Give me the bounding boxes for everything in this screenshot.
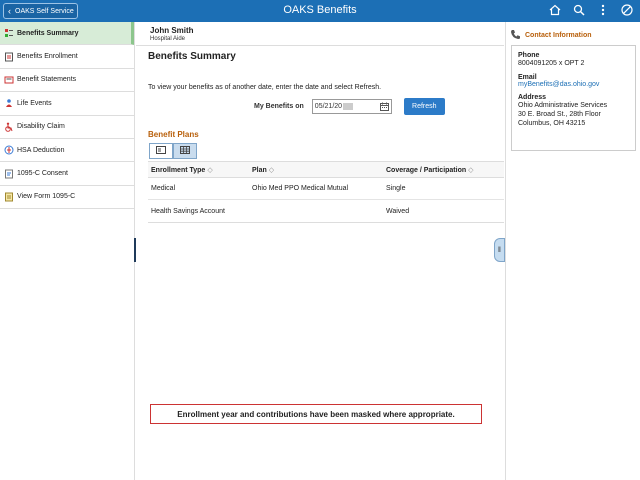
address-value: Ohio Administrative Services 30 E. Broad… <box>518 101 629 128</box>
date-value: 05/21/20 <box>314 103 343 110</box>
masking-notice: Enrollment year and contributions have b… <box>150 404 482 424</box>
home-icon[interactable] <box>548 3 562 17</box>
table-row[interactable]: Health Savings Account Waived <box>148 200 504 222</box>
enrollment-icon <box>4 52 14 62</box>
life-events-icon <box>4 98 14 108</box>
address-line-1: Ohio Administrative Services <box>518 102 608 109</box>
sort-icon: ◇ <box>268 166 275 174</box>
nav-item-label: Disability Claim <box>17 123 65 131</box>
left-navigation: Benefits Summary Benefits Enrollment Ben… <box>0 22 135 480</box>
nav-item-view-form-1095c[interactable]: View Form 1095-C <box>0 186 134 210</box>
date-label: My Benefits on <box>254 103 304 110</box>
list-view-icon <box>156 146 166 156</box>
nav-item-label: View Form 1095-C <box>17 193 76 201</box>
date-row: My Benefits on 05/21/20 Refresh <box>254 98 445 115</box>
person-name: John Smith <box>150 26 194 35</box>
address-line-2: 30 E. Broad St., 28th Floor <box>518 111 601 118</box>
grid-view-button[interactable] <box>173 143 197 159</box>
hsa-icon <box>4 145 14 155</box>
contact-phone-icon <box>510 29 521 42</box>
sort-icon: ◇ <box>468 166 474 174</box>
contact-box: Phone 8004091205 x OPT 2 Email myBenefit… <box>511 45 636 151</box>
cell-coverage: Waived <box>386 207 410 215</box>
no-entry-icon[interactable] <box>620 3 634 17</box>
nav-item-label: Benefits Summary <box>17 29 79 37</box>
address-line-3: Columbus, OH 43215 <box>518 120 586 127</box>
pause-icon: ‖ <box>498 246 501 254</box>
nav-item-benefits-enrollment[interactable]: Benefits Enrollment <box>0 45 134 69</box>
cell-plan: Ohio Med PPO Medical Mutual <box>252 185 349 192</box>
date-input[interactable]: 05/21/20 <box>311 99 392 114</box>
instruction-text: To view your benefits as of another date… <box>148 84 382 91</box>
nav-item-label: Life Events <box>17 99 52 107</box>
benefits-summary-icon <box>4 28 14 38</box>
person-block: John Smith Hospital Aide <box>136 22 504 46</box>
sort-icon: ◇ <box>207 166 213 174</box>
cell-enrollment-type: Health Savings Account <box>151 207 225 215</box>
view-toggle <box>149 143 197 159</box>
phone-value: 8004091205 x OPT 2 <box>518 60 585 67</box>
email-label: Email <box>518 74 537 81</box>
form-icon <box>4 192 14 202</box>
nav-item-label: Benefits Enrollment <box>17 53 78 61</box>
table-header: Enrollment Type ◇ Plan ◇ Coverage / Partic… <box>148 162 504 178</box>
list-view-button[interactable] <box>149 143 173 159</box>
calendar-icon[interactable] <box>379 102 389 113</box>
column-header-plan[interactable]: Plan ◇ <box>252 166 386 174</box>
app-header: ‹ OAKS Self Service OAKS Benefits <box>0 0 640 22</box>
page-title: Benefits Summary <box>148 51 236 62</box>
contact-header: Contact Information <box>510 29 592 42</box>
nav-item-1095c-consent[interactable]: 1095-C Consent <box>0 162 134 186</box>
cell-enrollment-type: Medical <box>151 185 176 192</box>
more-vertical-icon[interactable] <box>596 3 610 17</box>
nav-item-life-events[interactable]: Life Events <box>0 92 134 116</box>
column-header-enrollment-type[interactable]: Enrollment Type ◇ <box>148 166 252 174</box>
nav-item-benefit-statements[interactable]: Benefit Statements <box>0 69 134 93</box>
contact-title: Contact Information <box>525 32 592 39</box>
nav-item-label: Benefit Statements <box>17 76 77 84</box>
email-link[interactable]: myBenefits@das.ohio.gov <box>518 81 629 88</box>
main-content: John Smith Hospital Aide Benefits Summar… <box>136 22 504 480</box>
wheelchair-icon <box>4 122 14 132</box>
nav-item-label: 1095-C Consent <box>17 170 68 178</box>
statements-icon <box>4 75 14 85</box>
table-row[interactable]: Medical Ohio Med PPO Medical Mutual Sing… <box>148 178 504 200</box>
benefit-plans-title: Benefit Plans <box>148 130 199 139</box>
consent-icon <box>4 169 14 179</box>
address-label: Address <box>518 94 547 101</box>
benefit-plans-table: Enrollment Type ◇ Plan ◇ Coverage / Partic… <box>148 161 504 223</box>
search-icon[interactable] <box>572 3 586 17</box>
nav-item-hsa-deduction[interactable]: HSA Deduction <box>0 139 134 163</box>
cell-coverage: Single <box>386 185 406 192</box>
app-title: OAKS Benefits <box>283 4 357 16</box>
phone-label: Phone <box>518 52 540 59</box>
person-title: Hospital Aide <box>150 36 186 42</box>
column-header-coverage[interactable]: Coverage / Participation ◇ <box>386 166 504 174</box>
refresh-button[interactable]: Refresh <box>403 98 445 115</box>
nav-item-label: HSA Deduction <box>17 146 65 154</box>
contact-panel: Contact Information Phone 8004091205 x O… <box>505 22 640 480</box>
masked-year <box>343 103 354 110</box>
nav-item-benefits-summary[interactable]: Benefits Summary <box>0 22 134 46</box>
nav-item-disability-claim[interactable]: Disability Claim <box>0 116 134 139</box>
collapse-right-panel-handle[interactable]: ‖ <box>494 238 505 262</box>
grid-view-icon <box>180 146 190 156</box>
